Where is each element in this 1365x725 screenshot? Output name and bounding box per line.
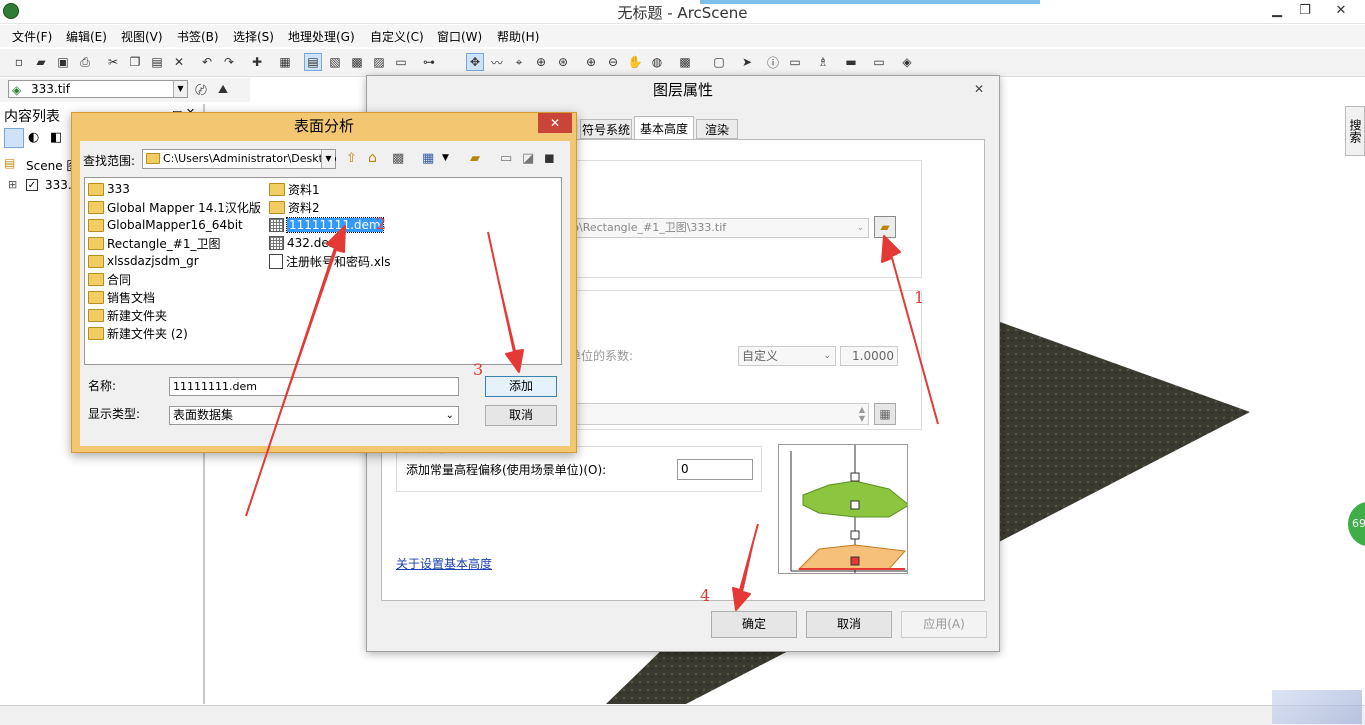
arrow-4: [732, 523, 759, 611]
arrow-1: [881, 235, 939, 425]
annotation-2: 2: [376, 214, 387, 233]
annotation-4: 4: [700, 586, 711, 605]
watermark-logo: [1272, 690, 1362, 724]
status-bar: [0, 690, 1365, 725]
annotation-1: 1: [914, 288, 925, 307]
arrow-2: [245, 225, 346, 517]
annotation-arrows: [245, 225, 939, 611]
arrow-3: [487, 231, 524, 373]
annotation-3: 3: [473, 360, 484, 379]
